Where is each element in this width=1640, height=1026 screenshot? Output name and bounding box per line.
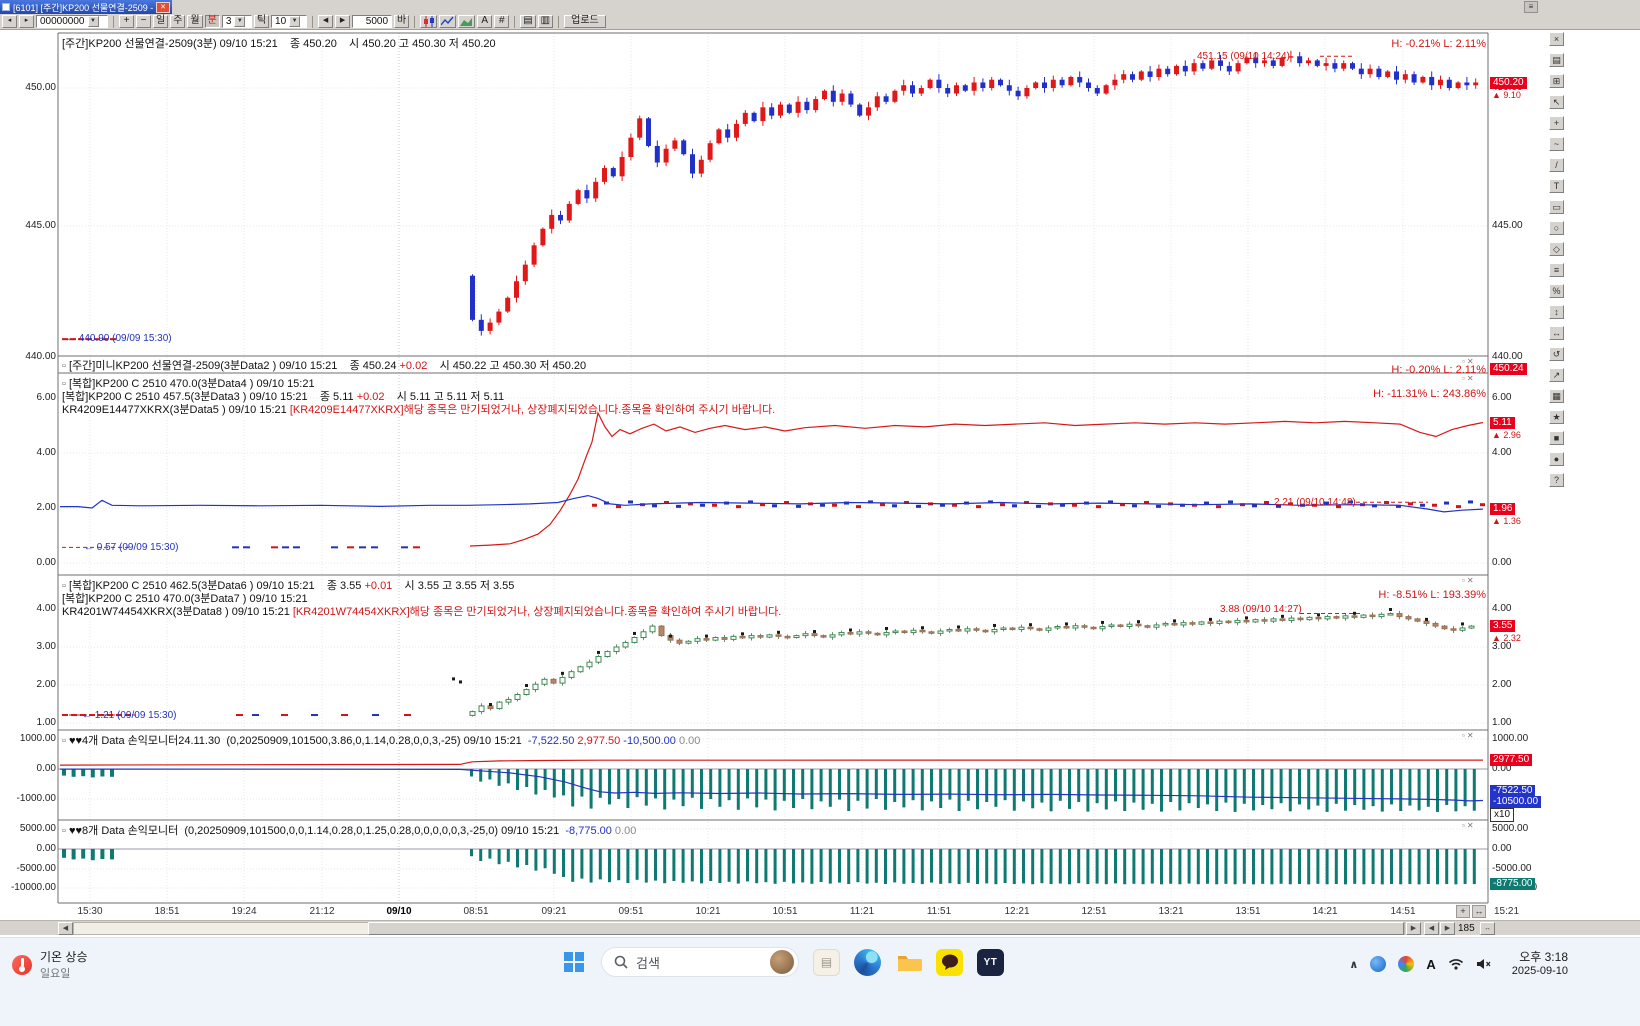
chart-canvas[interactable] <box>0 0 1640 937</box>
ime-indicator[interactable]: A <box>1426 957 1435 972</box>
yt-app-label: YT <box>984 957 998 968</box>
pane-corner-controls[interactable]: ▫✕ <box>1462 357 1476 366</box>
drawing-tool-button-14[interactable]: ↔ <box>1549 326 1564 340</box>
x-zoom-in-button[interactable]: + <box>1456 905 1470 918</box>
drawing-tool-button-12[interactable]: % <box>1549 284 1564 298</box>
temperature-icon <box>12 955 32 975</box>
scrollbar-thumb[interactable] <box>368 922 1404 935</box>
pane-corner-controls[interactable]: ▫✕ <box>1462 731 1476 740</box>
volume-icon[interactable] <box>1476 957 1492 971</box>
search-icon <box>614 955 628 969</box>
taskbar-center: 검색 ▤ YT <box>560 947 1004 977</box>
drawing-tool-button-5[interactable]: ~ <box>1549 137 1564 151</box>
scroll-right-button[interactable]: ▶ <box>1406 922 1421 935</box>
drawing-tool-button-17[interactable]: ▦ <box>1549 389 1564 403</box>
drawing-tool-button-18[interactable]: ★ <box>1549 410 1564 424</box>
drawing-tool-button-4[interactable]: + <box>1549 116 1564 130</box>
drawing-tool-button-20[interactable]: ● <box>1549 452 1564 466</box>
weather-subtitle: 일요일 <box>40 965 88 981</box>
drawing-tool-button-11[interactable]: ≡ <box>1549 263 1564 277</box>
taskbar-clock[interactable]: 오후 3:18 2025-09-10 <box>1512 950 1568 979</box>
drawing-tool-button-0[interactable]: × <box>1549 32 1564 46</box>
taskbar: 기온 상승 일요일 검색 ▤ YT ∧ <box>0 937 1640 1026</box>
tray-app-icon-blue[interactable] <box>1370 956 1386 972</box>
drawing-tool-button-13[interactable]: ↕ <box>1549 305 1564 319</box>
kakaotalk-icon[interactable] <box>936 949 963 976</box>
page-prev-button[interactable]: ◀ <box>1424 922 1439 935</box>
screen: [6101] [주간]KP200 선물연결-2509 - 3분 ✕ ≡ ◂ ▸ … <box>0 0 1640 1026</box>
weather-widget[interactable]: 기온 상승 일요일 <box>12 948 88 981</box>
yt-app-icon[interactable]: YT <box>977 949 1004 976</box>
x-expand-button[interactable]: ↔ <box>1472 905 1486 918</box>
pane-corner-controls[interactable]: ▫✕ <box>1462 821 1476 830</box>
drawing-tool-button-15[interactable]: ↺ <box>1549 347 1564 361</box>
search-highlight-image[interactable] <box>770 950 794 974</box>
clock-time: 오후 3:18 <box>1512 950 1568 965</box>
drawing-tool-button-21[interactable]: ? <box>1549 473 1564 487</box>
horizontal-scrollbar[interactable]: ◀ ▶ ◀ ▶ 185 ↔ <box>0 920 1640 935</box>
drawing-tool-button-19[interactable]: ■ <box>1549 431 1564 445</box>
drawing-tool-button-2[interactable]: ⊞ <box>1549 74 1564 88</box>
tray-chevron-icon[interactable]: ∧ <box>1349 958 1358 971</box>
expand-chart-button[interactable]: ↔ <box>1480 922 1495 935</box>
search-box[interactable]: 검색 <box>601 947 799 977</box>
edge-browser-icon[interactable] <box>854 949 881 976</box>
weather-title: 기온 상승 <box>40 948 88 965</box>
pane-corner-controls[interactable]: ▫✕ <box>1462 576 1476 585</box>
pane-corner-controls[interactable]: ▫✕ <box>1462 374 1476 383</box>
start-button[interactable] <box>560 949 587 976</box>
visible-bar-count: 185 <box>1458 923 1475 934</box>
search-placeholder: 검색 <box>636 953 660 972</box>
drawing-tool-button-9[interactable]: ○ <box>1549 221 1564 235</box>
drawing-tool-button-7[interactable]: T <box>1549 179 1564 193</box>
drawing-tool-button-16[interactable]: ↗ <box>1549 368 1564 382</box>
drawing-tool-button-1[interactable]: ▤ <box>1549 53 1564 67</box>
scroll-left-button[interactable]: ◀ <box>58 922 73 935</box>
system-tray: ∧ A 오후 3:18 2025-09-10 <box>1349 950 1568 979</box>
drawing-tool-button-10[interactable]: ◇ <box>1549 242 1564 256</box>
page-next-button[interactable]: ▶ <box>1440 922 1455 935</box>
wifi-icon[interactable] <box>1448 957 1464 971</box>
drawing-tool-button-6[interactable]: / <box>1549 158 1564 172</box>
file-explorer-icon[interactable] <box>895 949 922 976</box>
clock-date: 2025-09-10 <box>1512 965 1568 979</box>
app-icon-light[interactable]: ▤ <box>813 949 840 976</box>
drawing-tool-button-8[interactable]: ▭ <box>1549 200 1564 214</box>
drawing-tool-button-3[interactable]: ↖ <box>1549 95 1564 109</box>
drawing-toolbar: × ▤ ⊞ ↖ + ~ / T ▭ ○ ◇ ≡% ↕ ↔ ↺ ↗ ▦ ★ ■ ●? <box>1549 32 1566 494</box>
tray-app-icon-color[interactable] <box>1398 956 1414 972</box>
